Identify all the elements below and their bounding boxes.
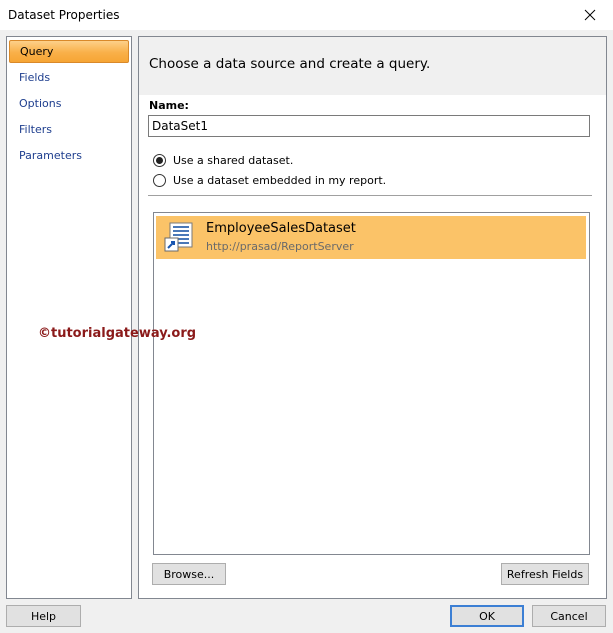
shared-dataset-icon: [164, 222, 193, 252]
radio-shared-dataset-label: Use a shared dataset.: [173, 153, 294, 167]
separator: [148, 195, 592, 196]
radio-button-unchecked[interactable]: [153, 173, 166, 187]
help-button[interactable]: Help: [6, 605, 81, 627]
panel-header-text: Choose a data source and create a query.: [149, 56, 431, 72]
radio-shared-dataset[interactable]: Use a shared dataset.: [153, 152, 293, 168]
title-bar: Dataset Properties: [0, 0, 613, 30]
window-title: Dataset Properties: [8, 8, 120, 22]
radio-button-checked[interactable]: [153, 153, 166, 167]
sidebar-item-options[interactable]: Options: [9, 92, 129, 115]
ok-button[interactable]: OK: [450, 605, 524, 627]
dataset-name-input[interactable]: [148, 115, 590, 137]
sidebar-item-fields[interactable]: Fields: [9, 66, 129, 89]
dataset-name: EmployeeSalesDataset: [206, 221, 356, 236]
refresh-fields-button[interactable]: Refresh Fields: [501, 563, 589, 585]
cancel-button[interactable]: Cancel: [532, 605, 606, 627]
radio-embedded-dataset-label: Use a dataset embedded in my report.: [173, 173, 387, 187]
watermark: ©tutorialgateway.org: [38, 326, 197, 341]
close-button[interactable]: [567, 0, 613, 30]
list-item[interactable]: EmployeeSalesDataset http://prasad/Repor…: [156, 216, 586, 259]
sidebar-nav: Query Fields Options Filters Parameters: [6, 36, 132, 599]
close-icon: [584, 9, 596, 21]
sidebar-item-filters[interactable]: Filters: [9, 118, 129, 141]
name-label: Name:: [149, 99, 189, 112]
sidebar-item-parameters[interactable]: Parameters: [9, 144, 129, 167]
query-panel: Choose a data source and create a query.…: [138, 36, 607, 599]
sidebar-item-query[interactable]: Query: [9, 40, 129, 63]
shared-dataset-list: EmployeeSalesDataset http://prasad/Repor…: [153, 212, 590, 555]
panel-header: Choose a data source and create a query.: [139, 37, 606, 95]
browse-button[interactable]: Browse...: [152, 563, 226, 585]
dataset-url: http://prasad/ReportServer: [206, 240, 354, 253]
radio-embedded-dataset[interactable]: Use a dataset embedded in my report.: [153, 172, 386, 188]
